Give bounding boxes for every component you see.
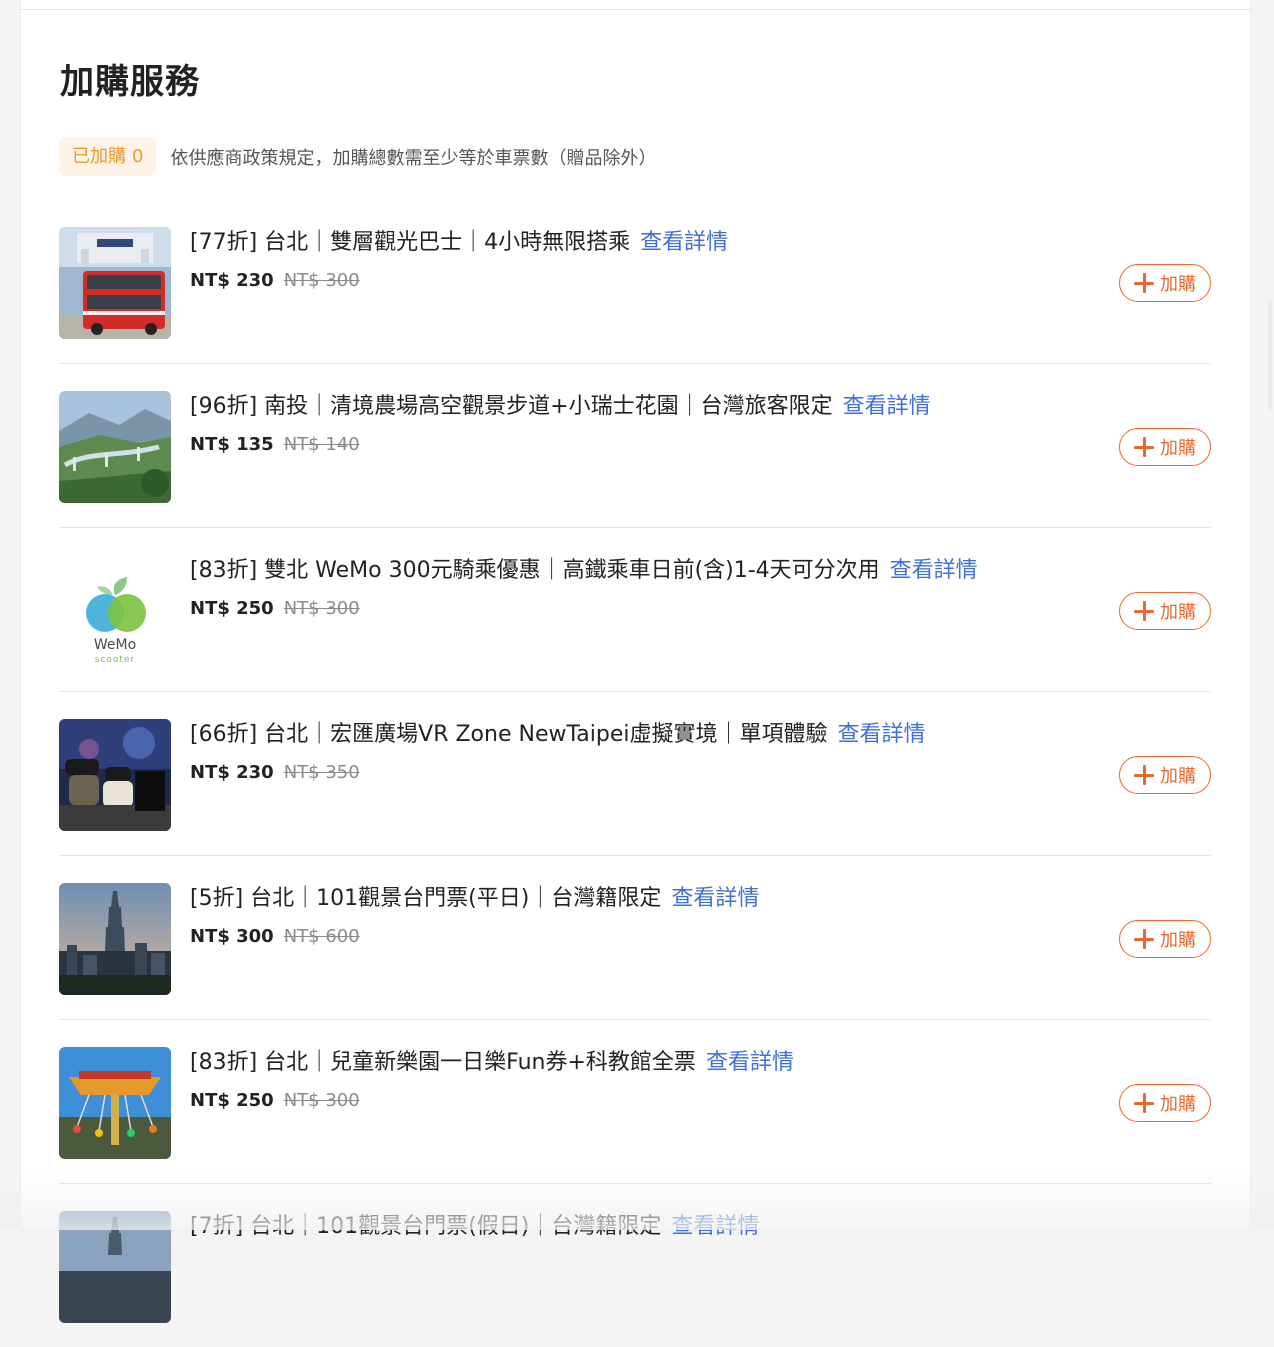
sale-price: NT$ 230 <box>190 270 274 291</box>
original-price: NT$ 600 <box>283 926 360 947</box>
wemo-logo: WeMo scooter <box>59 555 171 667</box>
divider <box>21 9 1250 10</box>
addon-title: [7折] 台北｜101觀景台門票(假日)｜台灣籍限定 查看詳情 <box>190 1208 759 1240</box>
addon-title-text: [7折] 台北｜101觀景台門票(假日)｜台灣籍限定 <box>190 1214 662 1239</box>
addon-item: [66折] 台北｜宏匯廣場VR Zone NewTaipei虛擬實境｜單項體驗查… <box>59 692 1211 856</box>
added-count: 0 <box>132 146 144 167</box>
plus-icon <box>1134 929 1154 949</box>
view-details-link[interactable]: 查看詳情 <box>671 1214 759 1239</box>
addon-notice-row: 已加購 0 依供應商政策規定，加購總數需至少等於車票數（贈品除外） <box>59 137 656 176</box>
price-row: NT$ 230 NT$ 350 <box>190 762 360 783</box>
view-details-link[interactable]: 查看詳情 <box>890 558 978 583</box>
original-price: NT$ 300 <box>283 1090 360 1111</box>
plus-icon <box>1134 273 1154 293</box>
wemo-logo-subtext: scooter <box>95 655 135 665</box>
sale-price: NT$ 250 <box>190 1090 274 1111</box>
price-row: NT$ 135 NT$ 140 <box>190 434 360 455</box>
section-title: 加購服務 <box>60 62 200 102</box>
addon-title-text: [5折] 台北｜101觀景台門票(平日)｜台灣籍限定 <box>190 886 662 911</box>
plus-icon <box>1134 437 1154 457</box>
add-addon-button[interactable]: 加購 <box>1119 756 1211 794</box>
addon-thumbnail: WeMo scooter <box>59 555 171 667</box>
add-addon-button[interactable]: 加購 <box>1119 592 1211 630</box>
price-row: NT$ 250 NT$ 300 <box>190 598 360 619</box>
sale-price: NT$ 135 <box>190 434 274 455</box>
add-button-label: 加購 <box>1160 1094 1196 1115</box>
view-details-link[interactable]: 查看詳情 <box>706 1050 794 1075</box>
addon-item: WeMo scooter [83折] 雙北 WeMo 300元騎乘優惠｜高鐵乘車… <box>59 528 1211 692</box>
wemo-logo-text: WeMo <box>94 637 136 653</box>
addon-title: [66折] 台北｜宏匯廣場VR Zone NewTaipei虛擬實境｜單項體驗查… <box>190 716 926 748</box>
scrollbar-edge[interactable] <box>1268 300 1272 410</box>
plus-icon <box>1134 601 1154 621</box>
view-details-link[interactable]: 查看詳情 <box>640 230 728 255</box>
addon-title-text: [77折] 台北｜雙層觀光巴士｜4小時無限搭乘 <box>190 230 631 255</box>
original-price: NT$ 140 <box>283 434 360 455</box>
original-price: NT$ 300 <box>283 270 360 291</box>
policy-notice: 依供應商政策規定，加購總數需至少等於車票數（贈品除外） <box>170 147 657 169</box>
view-details-link[interactable]: 查看詳情 <box>837 722 925 747</box>
add-button-label: 加購 <box>1160 930 1196 951</box>
addon-title: [77折] 台北｜雙層觀光巴士｜4小時無限搭乘 查看詳情 <box>190 224 728 256</box>
addon-item: [96折] 南投｜清境農場高空觀景步道+小瑞士花園｜台灣旅客限定 查看詳情 NT$… <box>59 364 1211 528</box>
view-details-link[interactable]: 查看詳情 <box>843 394 931 419</box>
addon-thumbnail <box>59 227 171 339</box>
plus-icon <box>1134 765 1154 785</box>
addon-services-card: 加購服務 已加購 0 依供應商政策規定，加購總數需至少等於車票數（贈品除外） [… <box>21 0 1250 1323</box>
add-addon-button[interactable]: 加購 <box>1119 1084 1211 1122</box>
sale-price: NT$ 300 <box>190 926 274 947</box>
addon-item: [77折] 台北｜雙層觀光巴士｜4小時無限搭乘 查看詳情 NT$ 230 NT$ 3… <box>59 200 1211 364</box>
added-label: 已加購 <box>72 146 126 167</box>
addon-item: [83折] 台北｜兒童新樂園一日樂Fun券+科教館全票 查看詳情 NT$ 250 N… <box>59 1020 1211 1184</box>
addon-item: [7折] 台北｜101觀景台門票(假日)｜台灣籍限定 查看詳情 <box>59 1184 1211 1347</box>
addon-thumbnail <box>59 719 171 831</box>
sale-price: NT$ 250 <box>190 598 274 619</box>
addon-thumbnail <box>59 1047 171 1159</box>
add-button-label: 加購 <box>1160 766 1196 787</box>
original-price: NT$ 350 <box>283 762 360 783</box>
view-details-link[interactable]: 查看詳情 <box>671 886 759 911</box>
price-row: NT$ 250 NT$ 300 <box>190 1090 360 1111</box>
addon-list: [77折] 台北｜雙層觀光巴士｜4小時無限搭乘 查看詳情 NT$ 230 NT$ 3… <box>59 200 1211 1347</box>
add-addon-button[interactable]: 加購 <box>1119 920 1211 958</box>
addon-title-text: [66折] 台北｜宏匯廣場VR Zone NewTaipei虛擬實境｜單項體驗 <box>190 722 828 747</box>
add-button-label: 加購 <box>1160 438 1196 459</box>
addon-title-text: [96折] 南投｜清境農場高空觀景步道+小瑞士花園｜台灣旅客限定 <box>190 394 833 419</box>
addon-item: [5折] 台北｜101觀景台門票(平日)｜台灣籍限定 查看詳情 NT$ 300 NT… <box>59 856 1211 1020</box>
addon-thumbnail <box>59 1211 171 1323</box>
addon-title: [96折] 南投｜清境農場高空觀景步道+小瑞士花園｜台灣旅客限定 查看詳情 <box>190 388 931 420</box>
add-addon-button[interactable]: 加購 <box>1119 264 1211 302</box>
addon-title: [83折] 雙北 WeMo 300元騎乘優惠｜高鐵乘車日前(含)1-4天可分次用… <box>190 552 978 584</box>
sale-price: NT$ 230 <box>190 762 274 783</box>
addon-title: [5折] 台北｜101觀景台門票(平日)｜台灣籍限定 查看詳情 <box>190 880 759 912</box>
addon-title: [83折] 台北｜兒童新樂園一日樂Fun券+科教館全票 查看詳情 <box>190 1044 794 1076</box>
original-price: NT$ 300 <box>283 598 360 619</box>
price-row: NT$ 230 NT$ 300 <box>190 270 360 291</box>
add-button-label: 加購 <box>1160 274 1196 295</box>
plus-icon <box>1134 1093 1154 1113</box>
addon-thumbnail <box>59 883 171 995</box>
added-count-badge: 已加購 0 <box>59 137 157 176</box>
add-addon-button[interactable]: 加購 <box>1119 428 1211 466</box>
addon-title-text: [83折] 雙北 WeMo 300元騎乘優惠｜高鐵乘車日前(含)1-4天可分次用 <box>190 558 880 583</box>
addon-thumbnail <box>59 391 171 503</box>
addon-title-text: [83折] 台北｜兒童新樂園一日樂Fun券+科教館全票 <box>190 1050 696 1075</box>
price-row: NT$ 300 NT$ 600 <box>190 926 360 947</box>
add-button-label: 加購 <box>1160 602 1196 623</box>
